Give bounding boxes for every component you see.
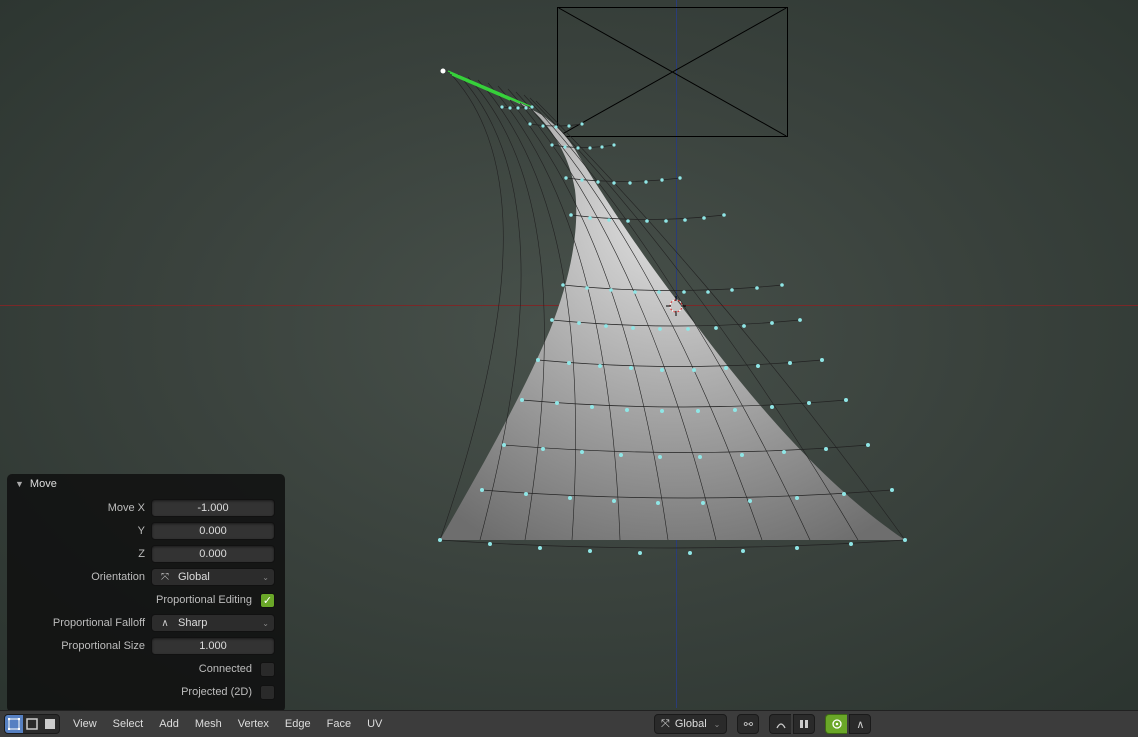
- connected-label: Connected: [17, 663, 254, 675]
- snap-mode-1[interactable]: [769, 714, 791, 734]
- snap-toggle[interactable]: ⚯: [737, 714, 759, 734]
- prop-size-label: Proportional Size: [17, 640, 145, 652]
- move-x-label: Move X: [17, 502, 145, 514]
- orientation-dropdown[interactable]: ⤧ Global ⌄: [151, 568, 275, 586]
- connected-checkbox[interactable]: [260, 662, 275, 677]
- menu-vertex[interactable]: Vertex: [231, 715, 276, 733]
- magnet-icon: ⚯: [744, 718, 753, 731]
- check-icon: ✓: [263, 594, 272, 607]
- axis-x-line: [0, 305, 1138, 306]
- move-z-label: Z: [17, 548, 145, 560]
- menu-uv[interactable]: UV: [360, 715, 389, 733]
- operator-panel-header[interactable]: ▼ Move: [7, 474, 285, 494]
- face-select-mode[interactable]: [41, 715, 59, 733]
- projected-checkbox[interactable]: [260, 685, 275, 700]
- chevron-down-icon: ⌄: [262, 619, 269, 628]
- menu-mesh[interactable]: Mesh: [188, 715, 229, 733]
- move-y-label: Y: [17, 525, 145, 537]
- vertex-select-mode[interactable]: [5, 715, 23, 733]
- move-y-field[interactable]: 0.000: [151, 522, 275, 540]
- prop-edit-checkbox[interactable]: ✓: [260, 593, 275, 608]
- falloff-value: Sharp: [178, 617, 207, 629]
- camera-outline: [557, 7, 788, 137]
- viewport-header: View Select Add Mesh Vertex Edge Face UV…: [0, 710, 1138, 737]
- transform-orientation-dropdown[interactable]: ⤧ Global ⌄: [654, 714, 727, 734]
- menu-view[interactable]: View: [66, 715, 104, 733]
- operator-title: Move: [30, 478, 57, 490]
- cursor-3d-icon: [666, 296, 686, 316]
- prop-edit-falloff-dropdown[interactable]: ∧: [849, 714, 871, 734]
- orientation-label: Orientation: [17, 571, 145, 583]
- select-mode-buttons: [4, 714, 60, 734]
- menu-add[interactable]: Add: [152, 715, 186, 733]
- operator-panel: ▼ Move Move X -1.000 Y 0.000 Z 0.000 Ori…: [7, 474, 285, 712]
- axes-icon: ⤧: [661, 718, 670, 731]
- prop-edit-toggle[interactable]: [825, 714, 847, 734]
- menu-select[interactable]: Select: [106, 715, 151, 733]
- prop-size-field[interactable]: 1.000: [151, 637, 275, 655]
- disclosure-triangle-icon: ▼: [15, 479, 24, 489]
- falloff-label: Proportional Falloff: [17, 617, 145, 629]
- transform-orientation-value: Global: [675, 718, 707, 730]
- move-z-field[interactable]: 0.000: [151, 545, 275, 563]
- prop-edit-label: Proportional Editing: [17, 594, 254, 606]
- menu-face[interactable]: Face: [320, 715, 358, 733]
- edge-select-mode[interactable]: [23, 715, 41, 733]
- move-x-field[interactable]: -1.000: [151, 499, 275, 517]
- menu-edge[interactable]: Edge: [278, 715, 318, 733]
- falloff-dropdown[interactable]: ∧ Sharp ⌄: [151, 614, 275, 632]
- chevron-down-icon: ⌄: [262, 573, 269, 582]
- snap-mode-2[interactable]: [793, 714, 815, 734]
- falloff-sharp-icon: ∧: [158, 618, 172, 629]
- chevron-down-icon: ⌄: [714, 720, 721, 729]
- axes-icon: ⤧: [158, 572, 172, 583]
- orientation-value: Global: [178, 571, 210, 583]
- projected-label: Projected (2D): [17, 686, 254, 698]
- falloff-sharp-icon: ∧: [856, 718, 864, 731]
